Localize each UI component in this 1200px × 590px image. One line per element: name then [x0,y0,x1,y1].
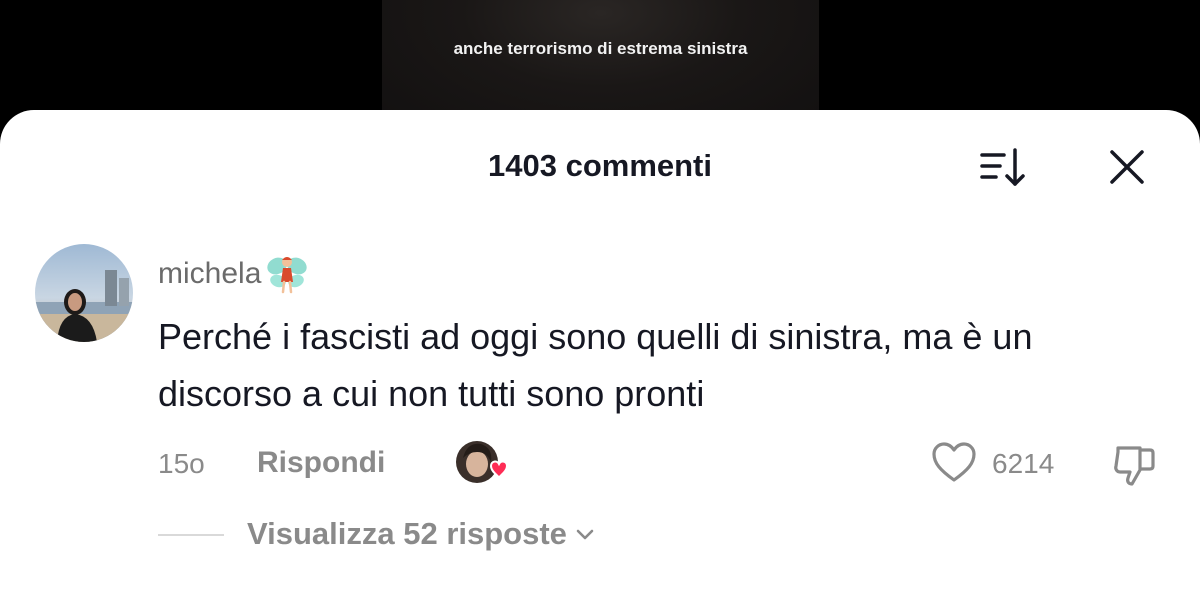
fairy-emoji-icon [267,257,308,294]
comment-author[interactable]: michela [158,252,309,296]
view-replies-label: Visualizza 52 risposte [247,516,567,551]
creator-liked-badge [455,440,509,490]
sort-icon [980,148,1025,186]
username-text: michela [158,257,262,290]
comment-actions: 15o Rispondi 6214 [0,440,1200,488]
view-replies-row: Visualizza 52 risposte [0,510,1200,560]
video-subtitle: anche terrorismo di estrema sinistra [453,39,748,58]
like-count: 6214 [992,448,1055,479]
replies-divider [158,534,224,536]
like-button[interactable] [930,440,978,486]
thumbs-down-icon [1114,446,1155,486]
dislike-button[interactable] [1110,442,1158,488]
comment-text: Perché i fascisti ad oggi sono quelli di… [158,316,1033,414]
chevron-down-icon [576,529,594,540]
heart-icon [932,442,976,482]
close-button[interactable] [1104,146,1150,190]
avatar[interactable] [35,244,133,342]
comment-age: 15o [158,448,205,479]
reply-button[interactable]: Rispondi [257,446,385,480]
view-replies-button[interactable]: Visualizza 52 risposte [247,516,597,552]
comments-sheet: 1403 commenti michela Perché i fascisti … [0,110,1200,590]
sort-button[interactable] [978,146,1028,190]
close-icon [1110,150,1144,184]
